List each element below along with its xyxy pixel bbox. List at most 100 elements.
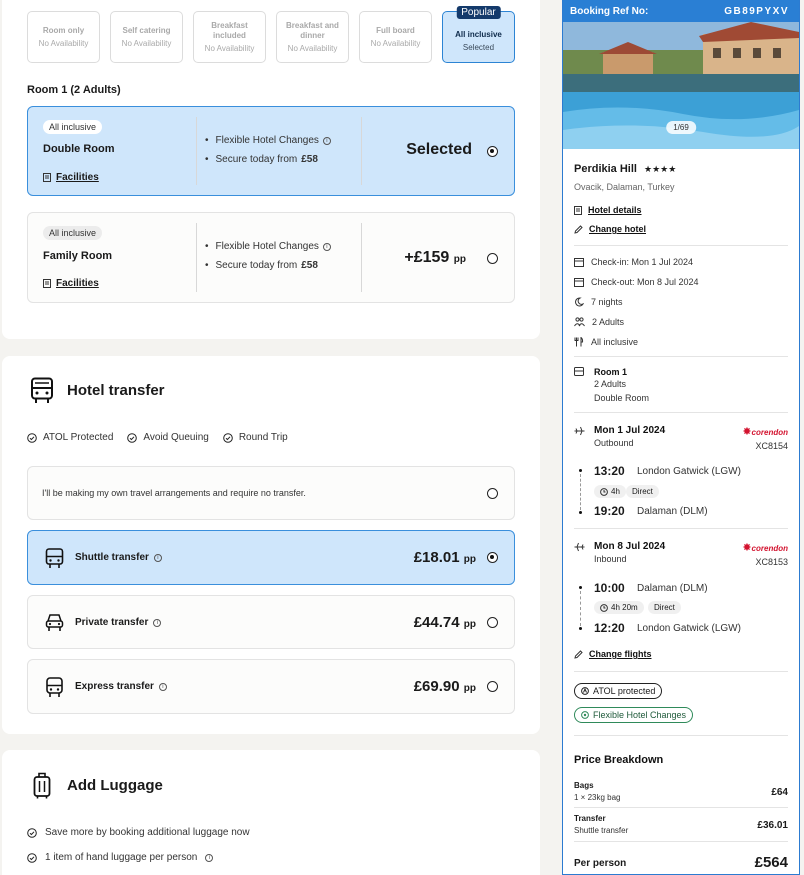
hotel-details-label: Hotel details [588, 205, 642, 215]
hotel-location: Ovacik, Dalaman, Turkey [574, 182, 675, 192]
arrival-airport: London Gatwick (LGW) [637, 623, 741, 634]
board-option-room-only[interactable]: Room only No Availability [27, 11, 100, 63]
no-transfer-radio[interactable] [487, 488, 498, 499]
info-icon[interactable]: i [322, 242, 331, 251]
timeline-dot [579, 511, 582, 514]
guests-row: 2 Adults [574, 317, 624, 327]
board-option-self-catering[interactable]: Self catering No Availability [110, 11, 183, 63]
feature-text: Secure today from [215, 260, 298, 271]
room-option-family[interactable]: All inclusive Family Room Facilities • Fl… [27, 212, 515, 303]
feature-text: Secure today from [215, 154, 298, 165]
divider [574, 412, 788, 413]
departure-time: 10:00 [594, 581, 625, 595]
flight-code: XC8153 [755, 557, 788, 567]
divider [361, 117, 362, 185]
guests-text: 2 Adults [592, 317, 625, 327]
board-option-name: Full board [376, 26, 415, 35]
luggage-benefit: 1 item of hand luggage per person i [27, 852, 214, 863]
benefit-atol: ATOL Protected [27, 432, 113, 443]
checkout-text: Check-out: Mon 8 Jul 2024 [591, 277, 699, 287]
facilities-link[interactable]: Facilities [43, 278, 99, 289]
transfer-option-shuttle[interactable]: Shuttle transfer i £18.01 pp [27, 530, 515, 585]
board-option-availability: No Availability [204, 44, 255, 53]
info-icon[interactable]: i [322, 136, 331, 145]
luggage-benefit-text: Save more by booking additional luggage … [45, 827, 250, 838]
benefit-text: Round Trip [238, 432, 288, 443]
board-option-availability: Selected [462, 43, 495, 52]
atol-icon [581, 687, 589, 695]
plane-icon [574, 426, 585, 436]
board-option-breakfast-dinner[interactable]: Breakfast and dinner No Availability [276, 11, 349, 63]
feature-amount: £58 [301, 260, 318, 271]
room-option-double[interactable]: All inclusive Double Room Facilities • Fl… [27, 106, 515, 196]
transfer-price: £36.01 [757, 820, 788, 831]
divider [574, 528, 788, 529]
board-option-name: Breakfast included [211, 21, 248, 40]
nights-row: 7 nights [574, 297, 623, 307]
luggage-benefit-text: 1 item of hand luggage per person [45, 852, 198, 863]
board-option-full-board[interactable]: Full board No Availability [359, 11, 432, 63]
pencil-icon [574, 224, 583, 234]
airline-name: corendon [751, 544, 788, 553]
arrival-airport: Dalaman (DLM) [637, 506, 708, 517]
room-radio[interactable] [487, 253, 498, 264]
clock-icon [600, 603, 608, 612]
transfer-name: Private transfer [75, 617, 149, 628]
booking-ref-value: GB89PYXV [724, 5, 789, 17]
timeline-dot [579, 469, 582, 472]
luggage-title: Add Luggage [67, 777, 163, 794]
duration-text: 4h [611, 487, 620, 496]
transfer-price: £69.90 pp [414, 678, 476, 695]
outbound-dir: Outbound [594, 438, 634, 448]
room-feature-flex: • Flexible Hotel Changes i [205, 241, 331, 252]
hotel-details-link[interactable]: Hotel details [574, 205, 642, 215]
document-icon [43, 279, 51, 288]
info-icon[interactable]: i [153, 553, 162, 562]
change-hotel-link[interactable]: Change hotel [574, 224, 646, 234]
car-icon [45, 614, 64, 631]
board-option-availability: No Availability [287, 44, 338, 53]
stops-tag: Direct [648, 601, 681, 614]
no-transfer-option[interactable]: I'll be making my own travel arrangement… [27, 466, 515, 520]
per-person-price: £564 [754, 854, 788, 871]
board-option-name: Room only [42, 26, 85, 35]
timeline-line [580, 591, 581, 626]
moon-icon [575, 297, 584, 307]
board-option-breakfast[interactable]: Breakfast included No Availability [193, 11, 266, 63]
room-feature-secure: • Secure today from £58 [205, 154, 318, 165]
transfer-name: Shuttle transfer [75, 552, 149, 563]
flex-badge: Flexible Hotel Changes [574, 707, 694, 723]
info-icon[interactable]: i [153, 618, 162, 627]
bus-icon [31, 377, 53, 403]
room-board-tag: All inclusive [43, 226, 103, 240]
atol-text: ATOL protected [593, 686, 656, 696]
transfer-price-value: £18.01 [413, 549, 460, 566]
board-text: All inclusive [591, 337, 639, 347]
feature-text: Flexible Hotel Changes [215, 241, 319, 252]
transfer-option-private[interactable]: Private transfer i £44.74 pp [27, 595, 515, 649]
facilities-link[interactable]: Facilities [43, 172, 99, 183]
transfer-option-express[interactable]: Express transfer i £69.90 pp [27, 659, 515, 714]
board-option-availability: No Availability [370, 39, 421, 48]
divider [361, 223, 362, 292]
duration-text: 4h 20m [611, 603, 638, 612]
board-option-all-inclusive[interactable]: Popular All inclusive Selected [442, 6, 515, 63]
room-radio[interactable] [487, 146, 498, 157]
transfer-radio[interactable] [487, 617, 498, 628]
room-title: Room 1 [594, 367, 628, 377]
hotel-photo[interactable]: 1/69 [563, 22, 799, 149]
info-icon[interactable]: i [158, 682, 167, 691]
room-name: Double Room [43, 143, 115, 155]
timeline-line [580, 474, 581, 510]
room-price: Selected [406, 141, 472, 159]
airline-star-icon: ✸ [742, 426, 752, 438]
transfer-radio[interactable] [487, 552, 498, 563]
transfer-price: £44.74 pp [414, 614, 476, 631]
divider [574, 671, 788, 672]
bags-detail: 1 × 23kg bag [574, 793, 621, 802]
airline-logo: ✸corendon [742, 425, 788, 438]
change-flights-link[interactable]: Change flights [574, 649, 652, 659]
transfer-radio[interactable] [487, 681, 498, 692]
info-icon[interactable]: i [205, 853, 214, 862]
feature-amount: £58 [301, 154, 318, 165]
